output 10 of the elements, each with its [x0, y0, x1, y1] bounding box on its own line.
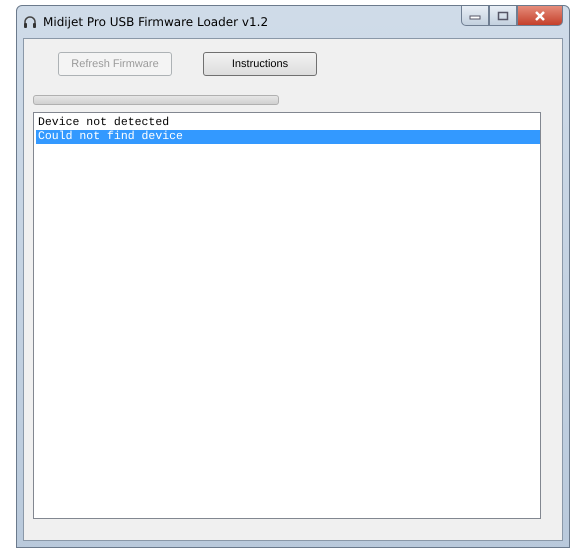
window-title: Midijet Pro USB Firmware Loader v1.2 — [43, 15, 268, 29]
action-button[interactable]: Instructions — [203, 52, 317, 76]
minimize-button[interactable] — [461, 6, 489, 26]
close-icon — [534, 10, 546, 20]
maximize-button[interactable] — [489, 6, 517, 26]
headphones-icon — [23, 15, 37, 29]
log-item[interactable]: Device not detected — [36, 116, 540, 130]
log-list[interactable]: Device not detected Could not find device — [33, 112, 541, 519]
close-button[interactable] — [517, 6, 563, 26]
maximize-icon — [497, 10, 509, 20]
